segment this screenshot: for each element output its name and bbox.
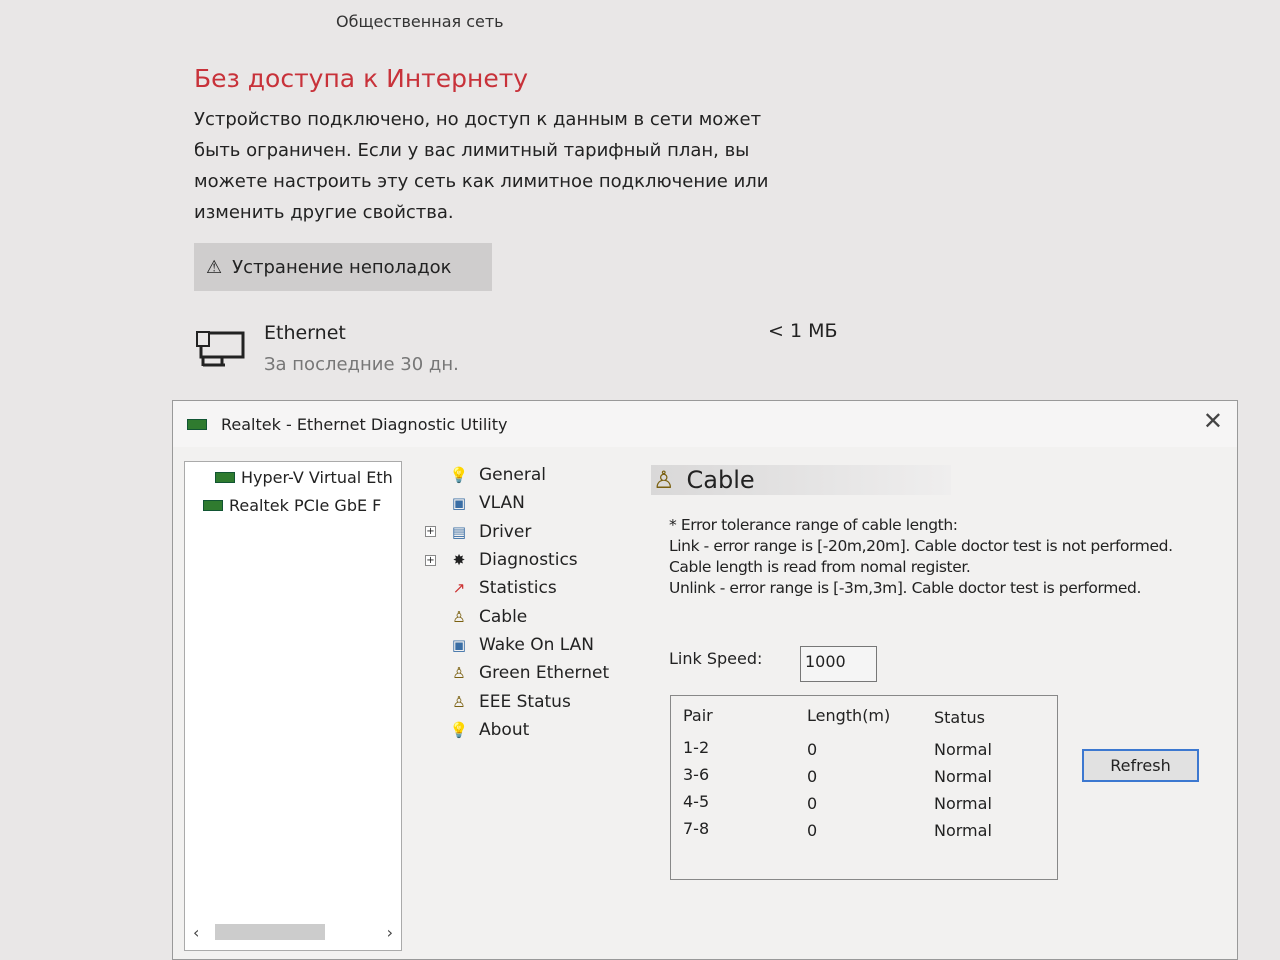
scroll-right-icon[interactable]: › <box>387 923 393 942</box>
table-cell: 0 <box>807 794 818 813</box>
ethernet-monitor-icon <box>196 331 245 367</box>
usage-period: За последние 30 дн. <box>264 354 459 375</box>
driver-icon: ▤ <box>451 522 467 541</box>
tree-item-label: Wake On LAN <box>479 634 595 655</box>
horizontal-scrollbar[interactable]: ‹ › <box>185 920 401 944</box>
table-cell: 3-6 <box>683 765 710 784</box>
table-cell: Normal <box>934 821 992 840</box>
tree-item-label: General <box>479 465 546 486</box>
tree-item-label: Diagnostics <box>479 550 578 571</box>
troubleshoot-label: Устранение неполадок <box>232 256 452 278</box>
tree-item[interactable]: ▣ VLAN <box>429 489 639 517</box>
bulb-icon: 💡 <box>449 720 469 739</box>
adapter-label: Realtek PCIe GbE F <box>229 496 382 515</box>
table-cell: 0 <box>807 821 818 840</box>
table-cell: 4-5 <box>683 792 710 811</box>
cable-icon: ♙ <box>452 664 466 683</box>
status-description: Устройство подключено, но доступ к данны… <box>194 109 769 223</box>
status-title: Без доступа к Интернету <box>194 64 529 93</box>
cable-table: Pair Length(m) Status 1-2 0 Normal 3-6 0 Norm… <box>670 695 1058 880</box>
bulb-icon: 💡 <box>449 466 469 485</box>
adapter-label: Hyper-V Virtual Eth <box>241 468 393 487</box>
scroll-thumb[interactable] <box>215 924 325 940</box>
tree-item-label: VLAN <box>479 493 525 514</box>
table-cell: Normal <box>934 740 992 759</box>
vlan-icon: ▣ <box>451 494 467 513</box>
tree-item[interactable]: ♙ Green Ethernet <box>429 659 639 687</box>
nic-icon <box>203 500 223 511</box>
close-button[interactable]: ✕ <box>1203 407 1223 435</box>
cable-info: * Error tolerance range of cable length:… <box>669 515 1173 599</box>
link-speed-field: 1000 <box>800 646 877 682</box>
tree-item[interactable]: + ✸ Diagnostics <box>425 546 639 574</box>
column-header: Pair <box>683 706 713 725</box>
column-header: Status <box>934 708 985 727</box>
adapter-item[interactable]: Hyper-V Virtual Eth <box>215 468 400 487</box>
table-cell: 0 <box>807 740 818 759</box>
refresh-button[interactable]: Refresh <box>1082 749 1199 782</box>
dialog-title: Realtek - Ethernet Diagnostic Utility <box>221 414 508 434</box>
tree-item[interactable]: + ▤ Driver <box>425 518 639 546</box>
tree-item-label: Green Ethernet <box>479 663 610 684</box>
tree-item-label: About <box>479 719 530 740</box>
tree-item[interactable]: ♙ EEE Status <box>429 687 639 715</box>
tree-item[interactable]: ↗ Statistics <box>429 574 639 602</box>
scroll-left-icon[interactable]: ‹ <box>193 923 199 942</box>
tree-item-label: EEE Status <box>479 691 571 712</box>
tree-item[interactable]: ▣ Wake On LAN <box>429 631 639 659</box>
expand-icon[interactable]: + <box>425 526 436 538</box>
usage-amount: < 1 МБ <box>768 320 838 342</box>
table-cell: Normal <box>934 794 992 813</box>
column-header: Length(m) <box>807 706 891 725</box>
panel-header: ♙ Cable <box>651 465 951 495</box>
nic-icon <box>187 418 207 430</box>
table-cell: 0 <box>807 767 818 786</box>
cable-icon: ♙ <box>452 607 466 626</box>
table-cell: Normal <box>934 767 992 786</box>
table-cell: 1-2 <box>683 738 710 757</box>
expand-icon[interactable]: + <box>425 554 436 566</box>
tree-item-label: Driver <box>479 521 532 542</box>
panel-title: Cable <box>686 466 755 494</box>
troubleshoot-button[interactable]: ⚠ Устранение неполадок <box>194 243 492 291</box>
wol-icon: ▣ <box>451 635 467 654</box>
cable-panel: ♙ Cable * Error tolerance range of cable … <box>643 461 1233 956</box>
adapter-list: Hyper-V Virtual Eth Realtek PCIe GbE F ‹… <box>184 461 402 951</box>
tree-item-label: Statistics <box>479 578 557 599</box>
diagnostic-dialog: Realtek - Ethernet Diagnostic Utility ✕ … <box>172 400 1238 960</box>
info-line: Cable length is read from nomal register… <box>669 558 971 576</box>
usage-name: Ethernet <box>264 322 346 344</box>
nic-icon <box>215 472 235 483</box>
tree-item[interactable]: 💡 General <box>429 461 639 489</box>
info-line: * Error tolerance range of cable length: <box>669 516 958 534</box>
category-tree: 💡 General ▣ VLAN + ▤ Driver + ✸ Diagnostics ↗ Stati… <box>425 461 639 744</box>
link-speed-label: Link Speed: <box>669 649 763 668</box>
warning-icon: ⚠ <box>206 256 223 278</box>
cable-icon: ♙ <box>653 466 675 494</box>
chart-icon: ↗ <box>452 579 466 598</box>
tree-item[interactable]: 💡 About <box>429 716 639 744</box>
info-line: Unlink - error range is [-3m,3m]. Cable … <box>669 579 1141 597</box>
table-cell: 7-8 <box>683 819 710 838</box>
cable-icon: ♙ <box>452 692 466 711</box>
tree-item-label: Cable <box>479 606 528 627</box>
dialog-titlebar[interactable]: Realtek - Ethernet Diagnostic Utility <box>173 401 1237 447</box>
tree-item[interactable]: ♙ Cable <box>429 602 639 630</box>
diagnostics-icon: ✸ <box>452 551 466 570</box>
info-line: Link - error range is [-20m,20m]. Cable … <box>669 537 1173 555</box>
network-profile: Общественная сеть <box>336 12 504 31</box>
adapter-item[interactable]: Realtek PCIe GbE F <box>203 496 388 515</box>
